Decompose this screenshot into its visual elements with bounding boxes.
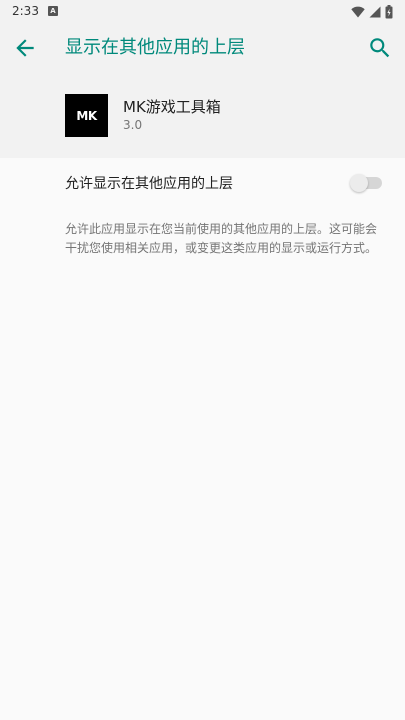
wifi-icon [351,6,365,18]
app-name: MK游戏工具箱 [123,98,221,116]
app-icon: MK [65,94,108,137]
arrow-back-icon [16,39,34,57]
status-bar: 2:33 A [0,0,405,24]
back-button[interactable] [12,35,38,61]
screen: 2:33 A 显示在其他应用的上层 MK MK游戏工具箱 3.0 允许显示在其他… [0,0,405,720]
search-button[interactable] [367,35,393,61]
signal-icon [369,6,381,18]
status-time: 2:33 [12,4,39,18]
app-icon-text: MK [76,108,97,123]
a-icon: A [48,6,58,16]
battery-icon [385,5,393,19]
switch-thumb [350,174,368,192]
permission-switch[interactable] [350,174,382,192]
app-header: MK MK游戏工具箱 3.0 [0,72,405,158]
status-icons [351,4,393,20]
permission-label: 允许显示在其他应用的上层 [65,176,233,192]
page-title: 显示在其他应用的上层 [65,37,245,58]
search-icon [370,38,390,58]
permission-description: 允许此应用显示在您当前使用的其他应用的上层。这可能会干扰您使用相关应用，或变更这… [65,222,378,255]
permission-toggle-row[interactable]: 允许显示在其他应用的上层 [0,160,405,206]
app-version: 3.0 [123,118,143,132]
app-bar: 显示在其他应用的上层 [0,24,405,72]
